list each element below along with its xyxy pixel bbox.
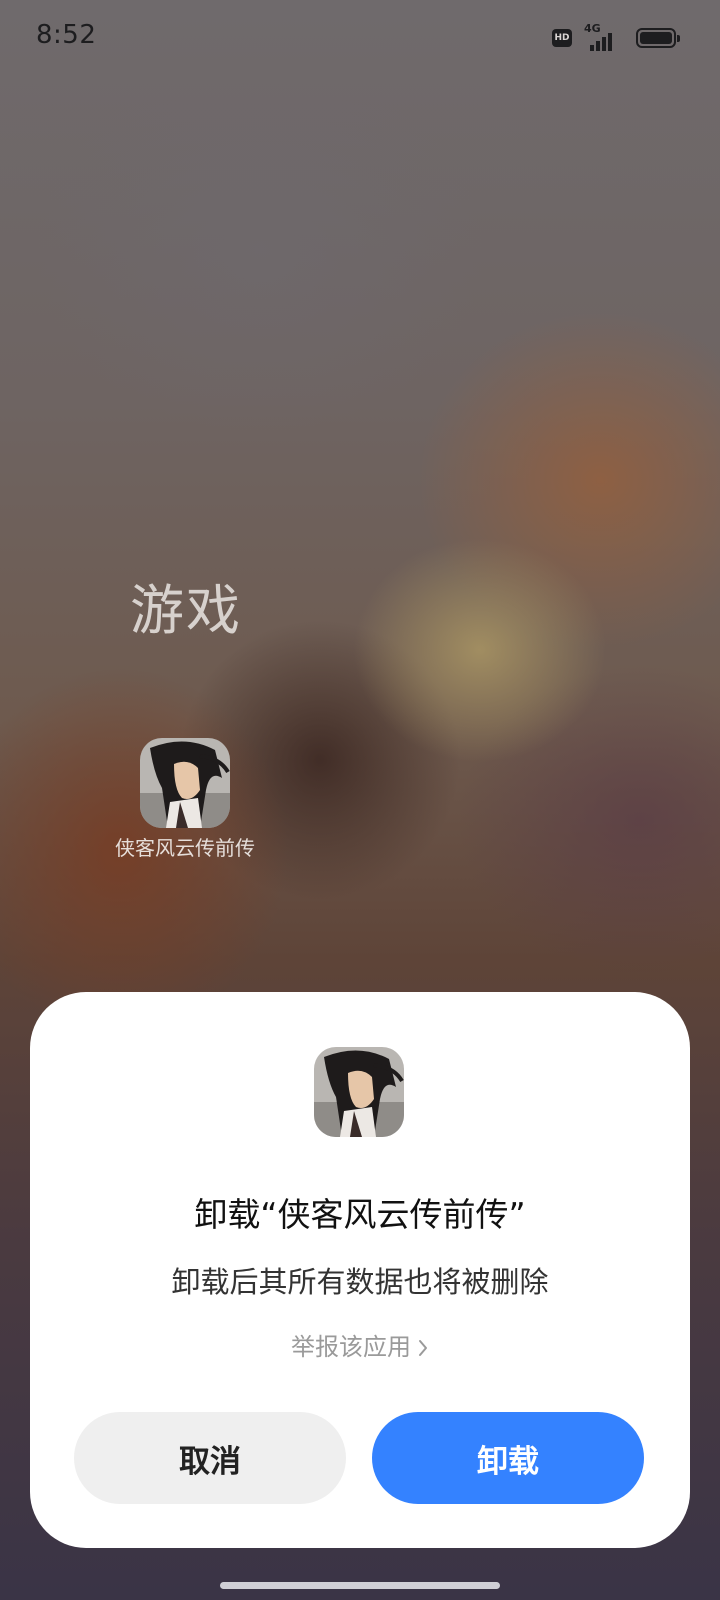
signal-icon: 4G [580,22,628,51]
status-bar: 8:52 HD 4G [0,0,720,76]
cancel-button[interactable]: 取消 [74,1412,346,1504]
status-time: 8:52 [36,20,97,50]
signal-bars-icon [590,33,612,51]
battery-level-fill [640,32,672,44]
folder-app-item[interactable]: 侠客风云传前传 [112,738,258,862]
status-icons: HD 4G [552,22,680,52]
dialog-title: 卸载“侠客风云传前传” [194,1195,526,1234]
dialog-message: 卸载后其所有数据也将被删除 [171,1265,549,1299]
report-app-link[interactable]: 举报该应用 [30,1327,690,1362]
uninstall-dialog: 卸载“侠客风云传前传” 卸载后其所有数据也将被删除 举报该应用 取消 卸载 [30,992,690,1548]
uninstall-button[interactable]: 卸载 [372,1412,644,1504]
game-hero-portrait-icon [314,1047,404,1137]
hd-icon: HD [552,29,572,47]
chevron-right-icon [419,1340,427,1356]
battery-icon [636,28,680,48]
game-hero-portrait-icon[interactable] [140,738,230,828]
report-app-label: 举报该应用 [291,1333,411,1361]
folder-app-label: 侠客风云传前传 [115,836,255,860]
home-indicator[interactable] [220,1582,500,1589]
folder-title: 游戏 [130,579,242,642]
